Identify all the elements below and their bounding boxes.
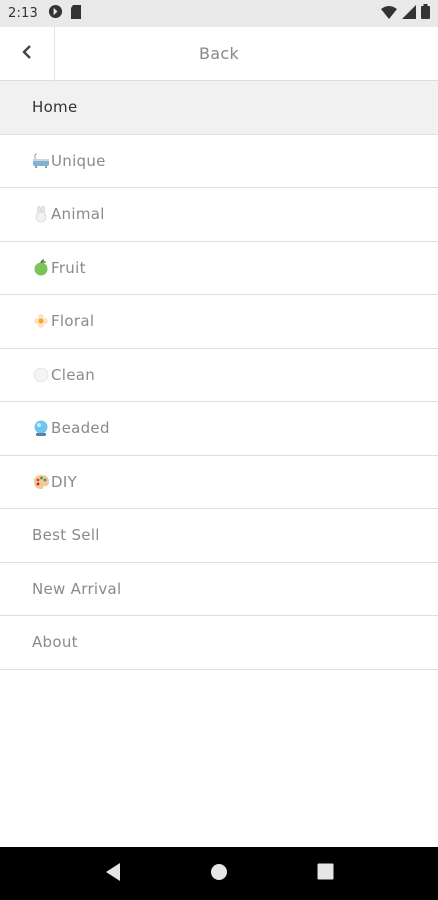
menu-item-diy[interactable]: DIY — [0, 456, 438, 509]
menu-item-beaded[interactable]: Beaded — [0, 402, 438, 456]
home-circle-icon — [210, 863, 228, 885]
circle-icon — [32, 366, 50, 384]
menu-item-label: About — [32, 633, 78, 652]
menu-item-label: Animal — [51, 205, 105, 224]
sd-card-icon — [70, 4, 82, 23]
chevron-left-icon — [21, 44, 33, 63]
page-title: Back — [198, 44, 240, 63]
bathtub-icon — [32, 152, 50, 170]
nav-back-button[interactable] — [83, 854, 143, 894]
data-saver-icon — [48, 4, 63, 23]
menu-item-fruit[interactable]: Fruit — [0, 242, 438, 295]
header: Back — [0, 26, 438, 81]
menu-item-label: Fruit — [51, 258, 86, 277]
status-left-icons — [48, 4, 82, 23]
back-button[interactable] — [0, 26, 55, 81]
wifi-icon — [381, 4, 397, 23]
crystal-ball-icon — [32, 419, 50, 437]
menu-item-label: Best Sell — [32, 526, 100, 545]
status-right-icons — [381, 4, 430, 23]
menu-item-home[interactable]: Home — [0, 81, 438, 135]
status-time: 2:13 — [8, 6, 38, 21]
signal-icon — [402, 4, 416, 23]
nav-recents-button[interactable] — [295, 854, 355, 894]
menu-item-new-arrival[interactable]: New Arrival — [0, 563, 438, 616]
menu-item-best-sell[interactable]: Best Sell — [0, 509, 438, 563]
menu-item-clean[interactable]: Clean — [0, 349, 438, 402]
menu-item-label: Unique — [51, 151, 106, 170]
menu-item-label: Beaded — [51, 419, 110, 438]
battery-icon — [421, 4, 430, 23]
nav-home-button[interactable] — [189, 854, 249, 894]
menu-item-unique[interactable]: Unique — [0, 135, 438, 188]
flower-icon — [32, 312, 50, 330]
apple-icon — [32, 259, 50, 277]
status-bar: 2:13 — [0, 0, 438, 27]
menu-item-label: Clean — [51, 365, 96, 384]
menu-item-animal[interactable]: Animal — [0, 188, 438, 242]
menu-item-floral[interactable]: Floral — [0, 295, 438, 349]
palette-icon — [32, 473, 50, 491]
menu-item-label: Floral — [51, 312, 95, 331]
back-triangle-icon — [104, 862, 122, 886]
menu-item-label: New Arrival — [32, 579, 122, 598]
side-menu: Home Unique Animal Fruit Floral Clean Be… — [0, 81, 438, 670]
rabbit-icon — [32, 205, 50, 223]
menu-item-label: Home — [32, 98, 78, 117]
system-nav-bar — [0, 847, 438, 900]
menu-item-label: DIY — [51, 472, 78, 491]
recents-square-icon — [317, 863, 334, 884]
menu-item-about[interactable]: About — [0, 616, 438, 670]
